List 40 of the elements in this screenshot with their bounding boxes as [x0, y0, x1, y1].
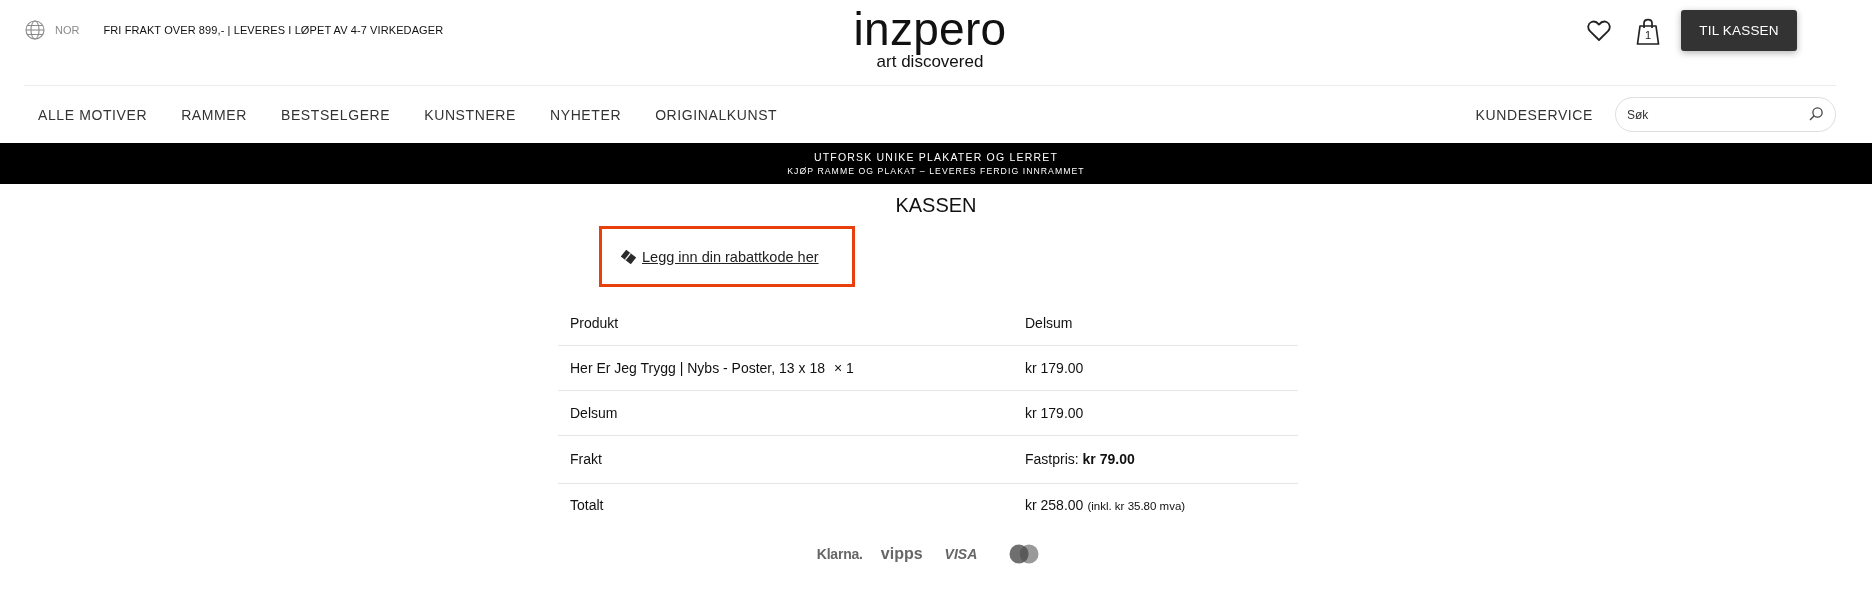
row-value: kr 179.00 [1025, 405, 1084, 421]
row-value: Fastpris: kr 79.00 [1025, 451, 1135, 467]
nav-link[interactable]: KUNSTNERE [424, 106, 516, 123]
row-label: Totalt [570, 497, 604, 513]
customer-service-link[interactable]: KUNDESERVICE [1475, 106, 1593, 123]
column-header: Delsum [1025, 315, 1073, 331]
nav-link[interactable]: RAMMER [181, 106, 247, 123]
globe-icon [25, 20, 45, 40]
column-header: Produkt [570, 315, 619, 331]
row-label: Frakt [570, 451, 602, 467]
search-field[interactable]: Søk [1615, 97, 1836, 132]
page-title: KASSEN [895, 193, 977, 217]
logo-wordmark[interactable]: inzpero [853, 4, 1007, 54]
row-label: Delsum [570, 405, 618, 421]
tax-note: (inkl. kr 35.80 mva) [1087, 500, 1186, 512]
product-name: Her Er Jeg Trygg | Nybs - Poster, 13 x 18 [570, 360, 825, 376]
ticket-icon [620, 248, 637, 265]
cart-count: 1 [1644, 28, 1652, 42]
banner-headline: UTFORSK UNIKE PLAKATER OG LERRET [813, 150, 1059, 164]
wishlist-button[interactable] [1587, 20, 1611, 41]
total-price: kr 258.00 [1025, 497, 1084, 513]
nav-link[interactable]: ALLE MOTIVER [38, 106, 148, 123]
circles-logo-icon [1009, 544, 1040, 564]
nav-link[interactable]: NYHETER [550, 106, 622, 123]
cart-button[interactable]: 1 [1636, 16, 1660, 45]
checkout-button[interactable]: TIL KASSEN [1681, 10, 1797, 51]
search-icon[interactable] [1809, 107, 1823, 121]
payment-logo: vipps [880, 545, 923, 563]
heart-icon [1587, 20, 1611, 41]
nav-link[interactable]: ORIGINALKUNST [655, 106, 778, 123]
payment-logo: Klarna. [816, 546, 863, 562]
row-value: kr 179.00 [1025, 360, 1084, 376]
nav-link[interactable]: BESTSELGERE [280, 106, 391, 123]
coupon-link[interactable]: Legg inn din rabattkode her [642, 248, 819, 265]
shipping-notice: FRI FRAKT OVER 899,- | LEVERES I LØPET AV 4-7 VIRKEDAGER [103, 24, 444, 36]
bag-icon [1636, 16, 1660, 45]
payment-logo: VISA [944, 546, 978, 562]
banner-subline: KJØP RAMME OG PLAKAT – LEVERES FERDIG INNRAMMET [787, 165, 1085, 177]
region-button[interactable]: NOR [25, 20, 80, 40]
item-quantity: × 1 [833, 360, 854, 376]
